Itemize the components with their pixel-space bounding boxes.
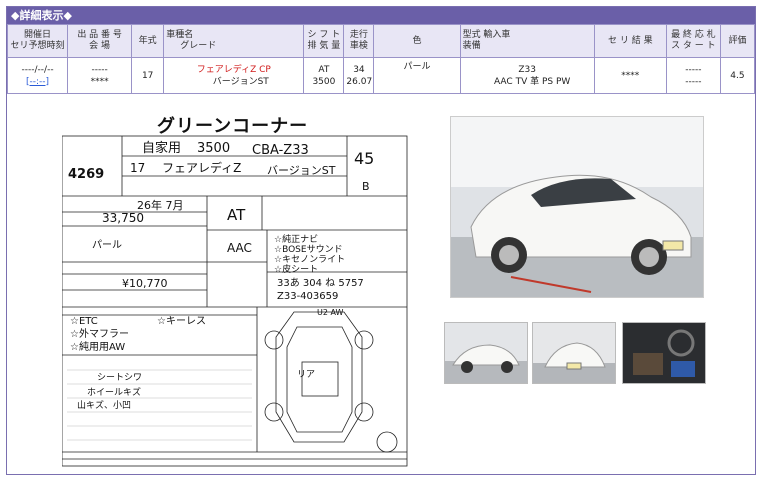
svg-text:山キズ、小凹: 山キズ、小凹 [77, 399, 131, 411]
venue: **** [90, 76, 109, 87]
svg-text:CBA-Z33: CBA-Z33 [252, 143, 309, 158]
auction-date: ----/--/-- [21, 64, 54, 75]
auction-sheet-drawing: 4269 自家用 3500 CBA-Z33 17 フェアレディZ バージョンST… [62, 135, 408, 467]
svg-text:17: 17 [130, 161, 145, 175]
col-score-header: 評価 [719, 24, 756, 58]
svg-text:☆外マフラー: ☆外マフラー [70, 328, 129, 340]
col-mileage-header: 走行 車検 [343, 24, 375, 58]
model-code: Z33 [518, 64, 536, 75]
thumb-2-drawing [533, 323, 615, 383]
svg-text:☆純用用AW: ☆純用用AW [70, 340, 125, 353]
svg-text:バージョンST: バージョンST [267, 164, 336, 177]
svg-text:AT: AT [227, 206, 246, 224]
start-price: ----- [685, 76, 702, 87]
table-row: ----/--/-- [--:--] ----- **** 17 フェアレディZ C… [6, 57, 756, 94]
car-photo-main[interactable] [450, 116, 704, 298]
detail-panel: ◆詳細表示◆ 開催日 セリ予想時刻 出 品 番 号会 場 年式 車種名 グレード シ… [6, 6, 756, 475]
svg-text:☆キーレス: ☆キーレス [157, 316, 206, 327]
car-photo-drawing [451, 117, 703, 297]
svg-text:シートシワ: シートシワ [97, 373, 142, 383]
svg-text:☆純正ナビ: ☆純正ナビ [274, 233, 318, 245]
year-cell: 17 [131, 57, 165, 94]
svg-text:自家用: 自家用 [142, 140, 181, 156]
col-lot-header: 出 品 番 号会 場 [67, 24, 133, 58]
auction-sheet-image[interactable]: グリーンコーナー 4269 自家用 3500 CBA-Z33 17 フェアレディ… [62, 112, 412, 467]
svg-text:33,750: 33,750 [102, 211, 144, 225]
inspection: 26.07 [346, 76, 373, 87]
col-model-header: 型式 輸入車 装備 [459, 24, 595, 58]
col-car-header: 車種名 グレード [163, 24, 305, 58]
svg-text:U2 AW: U2 AW [317, 308, 344, 317]
score-cell: 4.5 [719, 57, 756, 94]
final-bid: ----- [685, 64, 702, 75]
mileage: 34 [353, 64, 365, 75]
col-date-header: 開催日 セリ予想時刻 [6, 24, 69, 58]
svg-text:パール: パール [92, 239, 122, 251]
auction-time-link[interactable]: [--:--] [26, 77, 49, 87]
svg-text:☆皮シート: ☆皮シート [274, 263, 318, 275]
color-cell: パール [373, 57, 461, 94]
result-cell: **** [593, 57, 667, 94]
svg-text:3500: 3500 [197, 141, 230, 156]
svg-text:リア: リア [297, 370, 315, 380]
car-photo-thumb-1[interactable] [444, 322, 528, 384]
table-header-row: 開催日 セリ予想時刻 出 品 番 号会 場 年式 車種名 グレード シ フ ト排 気… [6, 24, 756, 58]
panel-title: ◆詳細表示◆ [7, 7, 755, 24]
equipment: AAC TV 革 PS PW [494, 76, 571, 87]
detail-table: 開催日 セリ予想時刻 出 品 番 号会 場 年式 車種名 グレード シ フ ト排 気… [6, 24, 756, 94]
col-bid-header: 最 終 応 札ス タ ー ト [665, 24, 721, 58]
thumb-3-drawing [623, 323, 705, 383]
svg-text:AAC: AAC [227, 241, 252, 255]
svg-text:45: 45 [354, 149, 374, 168]
svg-text:33あ 304 ね 5757: 33あ 304 ね 5757 [277, 277, 364, 289]
car-grade: バージョンST [212, 76, 269, 87]
displacement: 3500 [312, 76, 336, 87]
svg-text:ホイールキズ: ホイールキズ [87, 386, 141, 398]
svg-text:¥10,770: ¥10,770 [122, 277, 168, 290]
svg-text:26年 7月: 26年 7月 [137, 198, 184, 212]
lot-number: ----- [91, 64, 108, 75]
svg-text:☆BOSEサウンド: ☆BOSEサウンド [274, 244, 343, 255]
car-photo-thumb-3[interactable] [622, 322, 706, 384]
col-shift-header: シ フ ト排 気 量 [303, 24, 345, 58]
svg-text:4269: 4269 [68, 167, 104, 182]
svg-text:B: B [362, 180, 370, 193]
car-name: フェアレディZ CP [196, 64, 271, 75]
svg-text:フェアレディZ: フェアレディZ [162, 160, 241, 175]
col-color-header: 色 [373, 24, 461, 58]
detail-content: グリーンコーナー 4269 自家用 3500 CBA-Z33 17 フェアレディ… [7, 90, 755, 475]
shift: AT [318, 64, 330, 75]
car-photo-thumb-2[interactable] [532, 322, 616, 384]
col-result-header: セ リ 結 果 [593, 24, 667, 58]
svg-text:Z33-403659: Z33-403659 [277, 291, 338, 302]
svg-text:☆ETC: ☆ETC [70, 316, 98, 327]
col-year-header: 年式 [131, 24, 165, 58]
svg-text:☆キセノンライト: ☆キセノンライト [274, 254, 345, 265]
thumb-1-drawing [445, 323, 527, 383]
